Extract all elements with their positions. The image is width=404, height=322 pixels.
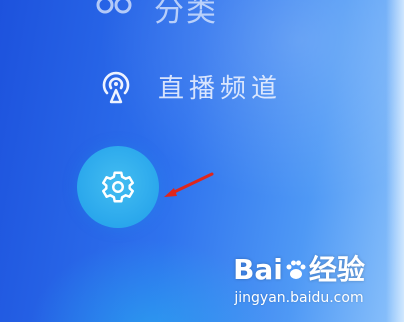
watermark-logo-prefix: Bai <box>233 253 283 286</box>
settings-button[interactable] <box>77 146 159 228</box>
paw-icon <box>286 260 306 279</box>
baidu-jingyan-watermark: Bai 经验 jingyan.baidu.com <box>224 254 374 307</box>
menu-item-category[interactable]: 分类 <box>96 0 218 30</box>
annotation-arrow <box>164 172 214 197</box>
gear-icon <box>102 171 134 203</box>
menu-item-label: 分类 <box>154 0 218 29</box>
tv-screen: 分类 直播频道 Bai 经验 jingyan.baidu.com <box>0 0 404 322</box>
screen-edge <box>386 0 404 322</box>
watermark-url: jingyan.baidu.com <box>234 290 364 306</box>
menu-item-live-channel[interactable]: 直播频道 <box>100 68 282 105</box>
watermark-logo-suffix: 经验 <box>308 253 365 286</box>
watermark-logo: Bai 经验 <box>224 254 374 286</box>
category-icon <box>96 0 132 14</box>
menu-item-label: 直播频道 <box>158 74 283 104</box>
live-channel-icon <box>102 71 130 103</box>
